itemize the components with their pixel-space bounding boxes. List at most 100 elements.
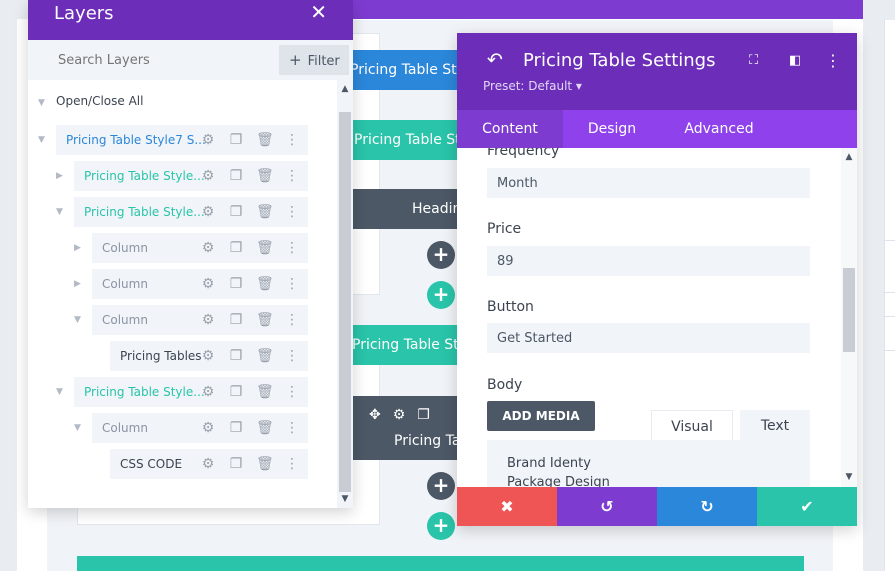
more-icon[interactable]: ⋮ bbox=[284, 204, 300, 220]
gear-icon[interactable]: ⚙ bbox=[200, 420, 216, 436]
canvas-teal-section-bar[interactable] bbox=[77, 556, 804, 571]
gear-icon[interactable]: ⚙ bbox=[200, 168, 216, 184]
move-icon[interactable]: ✥ bbox=[369, 407, 393, 423]
tab-content[interactable]: Content bbox=[457, 110, 563, 148]
filter-button[interactable]: + Filter bbox=[279, 45, 349, 75]
close-icon[interactable]: ✕ bbox=[310, 1, 327, 23]
canvas-module-pricing-table-hover[interactable]: ✥⚙❐ Pricing Table bbox=[353, 396, 457, 460]
scroll-down-arrow-icon[interactable]: ▼ bbox=[843, 472, 855, 482]
layer-row-column[interactable]: Column ⚙ ❐ 🗑 ⋮ bbox=[92, 233, 308, 263]
duplicate-icon[interactable]: ❐ bbox=[228, 240, 244, 256]
scrollbar-thumb[interactable] bbox=[339, 112, 351, 492]
canvas-module-pricing-table[interactable]: Pricing Table Style7 bbox=[340, 50, 457, 90]
more-icon[interactable]: ⋮ bbox=[284, 132, 300, 148]
gear-icon[interactable]: ⚙ bbox=[200, 384, 216, 400]
duplicate-icon[interactable]: ❐ bbox=[228, 276, 244, 292]
undo-back-icon[interactable]: ↶ bbox=[487, 49, 503, 71]
gear-icon[interactable]: ⚙ bbox=[200, 312, 216, 328]
trash-icon[interactable]: 🗑 bbox=[256, 456, 274, 472]
more-icon[interactable]: ⋮ bbox=[284, 276, 300, 292]
chevron-down-icon[interactable]: ▼ bbox=[56, 197, 63, 227]
trash-icon[interactable]: 🗑 bbox=[256, 348, 274, 364]
frequency-field[interactable] bbox=[487, 168, 810, 198]
tab-advanced[interactable]: Advanced bbox=[661, 110, 777, 148]
duplicate-icon[interactable]: ❐ bbox=[228, 420, 244, 436]
more-icon[interactable]: ⋮ bbox=[284, 240, 300, 256]
scroll-up-arrow-icon[interactable]: ▲ bbox=[843, 152, 855, 162]
chevron-right-icon[interactable]: ▶ bbox=[74, 269, 81, 299]
duplicate-icon[interactable]: ❐ bbox=[228, 168, 244, 184]
trash-icon[interactable]: 🗑 bbox=[256, 420, 274, 436]
layer-row-row[interactable]: Pricing Table Style... ⚙ ❐ 🗑 ⋮ bbox=[74, 161, 308, 191]
gear-icon[interactable]: ⚙ bbox=[200, 132, 216, 148]
trash-icon[interactable]: 🗑 bbox=[256, 132, 274, 148]
chevron-down-icon[interactable]: ▼ bbox=[74, 305, 81, 335]
duplicate-icon[interactable]: ❐ bbox=[228, 312, 244, 328]
duplicate-icon[interactable]: ❐ bbox=[228, 132, 244, 148]
scroll-up-arrow-icon[interactable]: ▲ bbox=[339, 84, 351, 94]
save-button[interactable]: ✔ bbox=[757, 487, 857, 526]
add-module-icon[interactable]: + bbox=[427, 241, 455, 269]
trash-icon[interactable]: 🗑 bbox=[256, 204, 274, 220]
canvas-module-heading[interactable]: Heading bbox=[353, 189, 457, 229]
layer-row-module[interactable]: Pricing Tables ⚙ ❐ 🗑 ⋮ bbox=[110, 341, 308, 371]
split-view-icon[interactable]: ◧ bbox=[789, 53, 801, 68]
duplicate-icon[interactable]: ❐ bbox=[228, 204, 244, 220]
trash-icon[interactable]: 🗑 bbox=[256, 384, 274, 400]
undo-button[interactable]: ↺ bbox=[557, 487, 657, 526]
body-editor[interactable]: Brand Identy Package Design bbox=[487, 440, 810, 487]
chevron-down-icon[interactable]: ▼ bbox=[38, 125, 45, 155]
add-media-button[interactable]: ADD MEDIA bbox=[487, 401, 595, 431]
layer-row-column[interactable]: Column ⚙ ❐ 🗑 ⋮ bbox=[92, 305, 308, 335]
editor-tab-visual[interactable]: Visual bbox=[651, 410, 733, 442]
duplicate-icon[interactable]: ❐ bbox=[228, 384, 244, 400]
chevron-down-icon[interactable]: ▼ bbox=[56, 377, 63, 407]
tab-design[interactable]: Design bbox=[563, 110, 661, 148]
settings-scrollbar[interactable]: ▲ ▼ bbox=[841, 148, 857, 487]
more-icon[interactable]: ⋮ bbox=[284, 348, 300, 364]
trash-icon[interactable]: 🗑 bbox=[256, 168, 274, 184]
add-module-icon[interactable]: + bbox=[427, 472, 455, 500]
gear-icon[interactable]: ⚙ bbox=[200, 204, 216, 220]
layer-row-module[interactable]: CSS CODE ⚙ ❐ 🗑 ⋮ bbox=[110, 449, 308, 479]
layer-row-column[interactable]: Column ⚙ ❐ 🗑 ⋮ bbox=[92, 269, 308, 299]
chevron-right-icon[interactable]: ▶ bbox=[56, 161, 63, 191]
duplicate-icon[interactable]: ❐ bbox=[417, 407, 442, 423]
layer-row-row[interactable]: Pricing Table Style... ⚙ ❐ 🗑 ⋮ bbox=[74, 197, 308, 227]
scroll-down-arrow-icon[interactable]: ▼ bbox=[339, 494, 351, 504]
chevron-down-icon[interactable]: ▼ bbox=[74, 413, 81, 443]
duplicate-icon[interactable]: ❐ bbox=[228, 456, 244, 472]
trash-icon[interactable]: 🗑 bbox=[256, 312, 274, 328]
gear-icon[interactable]: ⚙ bbox=[200, 240, 216, 256]
redo-button[interactable]: ↻ bbox=[657, 487, 757, 526]
add-row-icon[interactable]: + bbox=[427, 512, 455, 540]
layer-row-column[interactable]: Column ⚙ ❐ 🗑 ⋮ bbox=[92, 413, 308, 443]
open-close-all-toggle[interactable]: Open/Close All bbox=[56, 94, 143, 108]
more-icon[interactable]: ⋮ bbox=[825, 51, 841, 70]
chevron-right-icon[interactable]: ▶ bbox=[74, 233, 81, 263]
layers-scrollbar[interactable]: ▲ ▼ bbox=[337, 80, 353, 508]
trash-icon[interactable]: 🗑 bbox=[256, 240, 274, 256]
button-text-field[interactable] bbox=[487, 323, 810, 353]
discard-button[interactable]: ✖ bbox=[457, 487, 557, 526]
more-icon[interactable]: ⋮ bbox=[284, 456, 300, 472]
more-icon[interactable]: ⋮ bbox=[284, 420, 300, 436]
gear-icon[interactable]: ⚙ bbox=[200, 348, 216, 364]
preset-dropdown[interactable]: Preset: Default ▾ bbox=[483, 79, 582, 93]
more-icon[interactable]: ⋮ bbox=[284, 312, 300, 328]
layer-row-section[interactable]: Pricing Table Style7 S... ⚙ ❐ 🗑 ⋮ bbox=[56, 125, 308, 155]
more-icon[interactable]: ⋮ bbox=[284, 168, 300, 184]
chevron-down-icon[interactable]: ▼ bbox=[38, 88, 45, 118]
search-layers-input[interactable] bbox=[28, 40, 278, 80]
editor-tab-text[interactable]: Text bbox=[740, 410, 810, 442]
canvas-module-pricing-table[interactable]: Pricing Table Style7 bbox=[340, 120, 457, 160]
gear-icon[interactable]: ⚙ bbox=[393, 407, 418, 423]
scrollbar-thumb[interactable] bbox=[843, 268, 855, 352]
fullscreen-icon[interactable]: ⛶ bbox=[749, 53, 758, 68]
price-field[interactable] bbox=[487, 246, 810, 276]
canvas-module-pricing-table[interactable]: Pricing Table Style7 bbox=[340, 325, 457, 365]
add-row-icon[interactable]: + bbox=[427, 281, 455, 309]
gear-icon[interactable]: ⚙ bbox=[200, 456, 216, 472]
layer-row-row[interactable]: Pricing Table Style... ⚙ ❐ 🗑 ⋮ bbox=[74, 377, 308, 407]
trash-icon[interactable]: 🗑 bbox=[256, 276, 274, 292]
